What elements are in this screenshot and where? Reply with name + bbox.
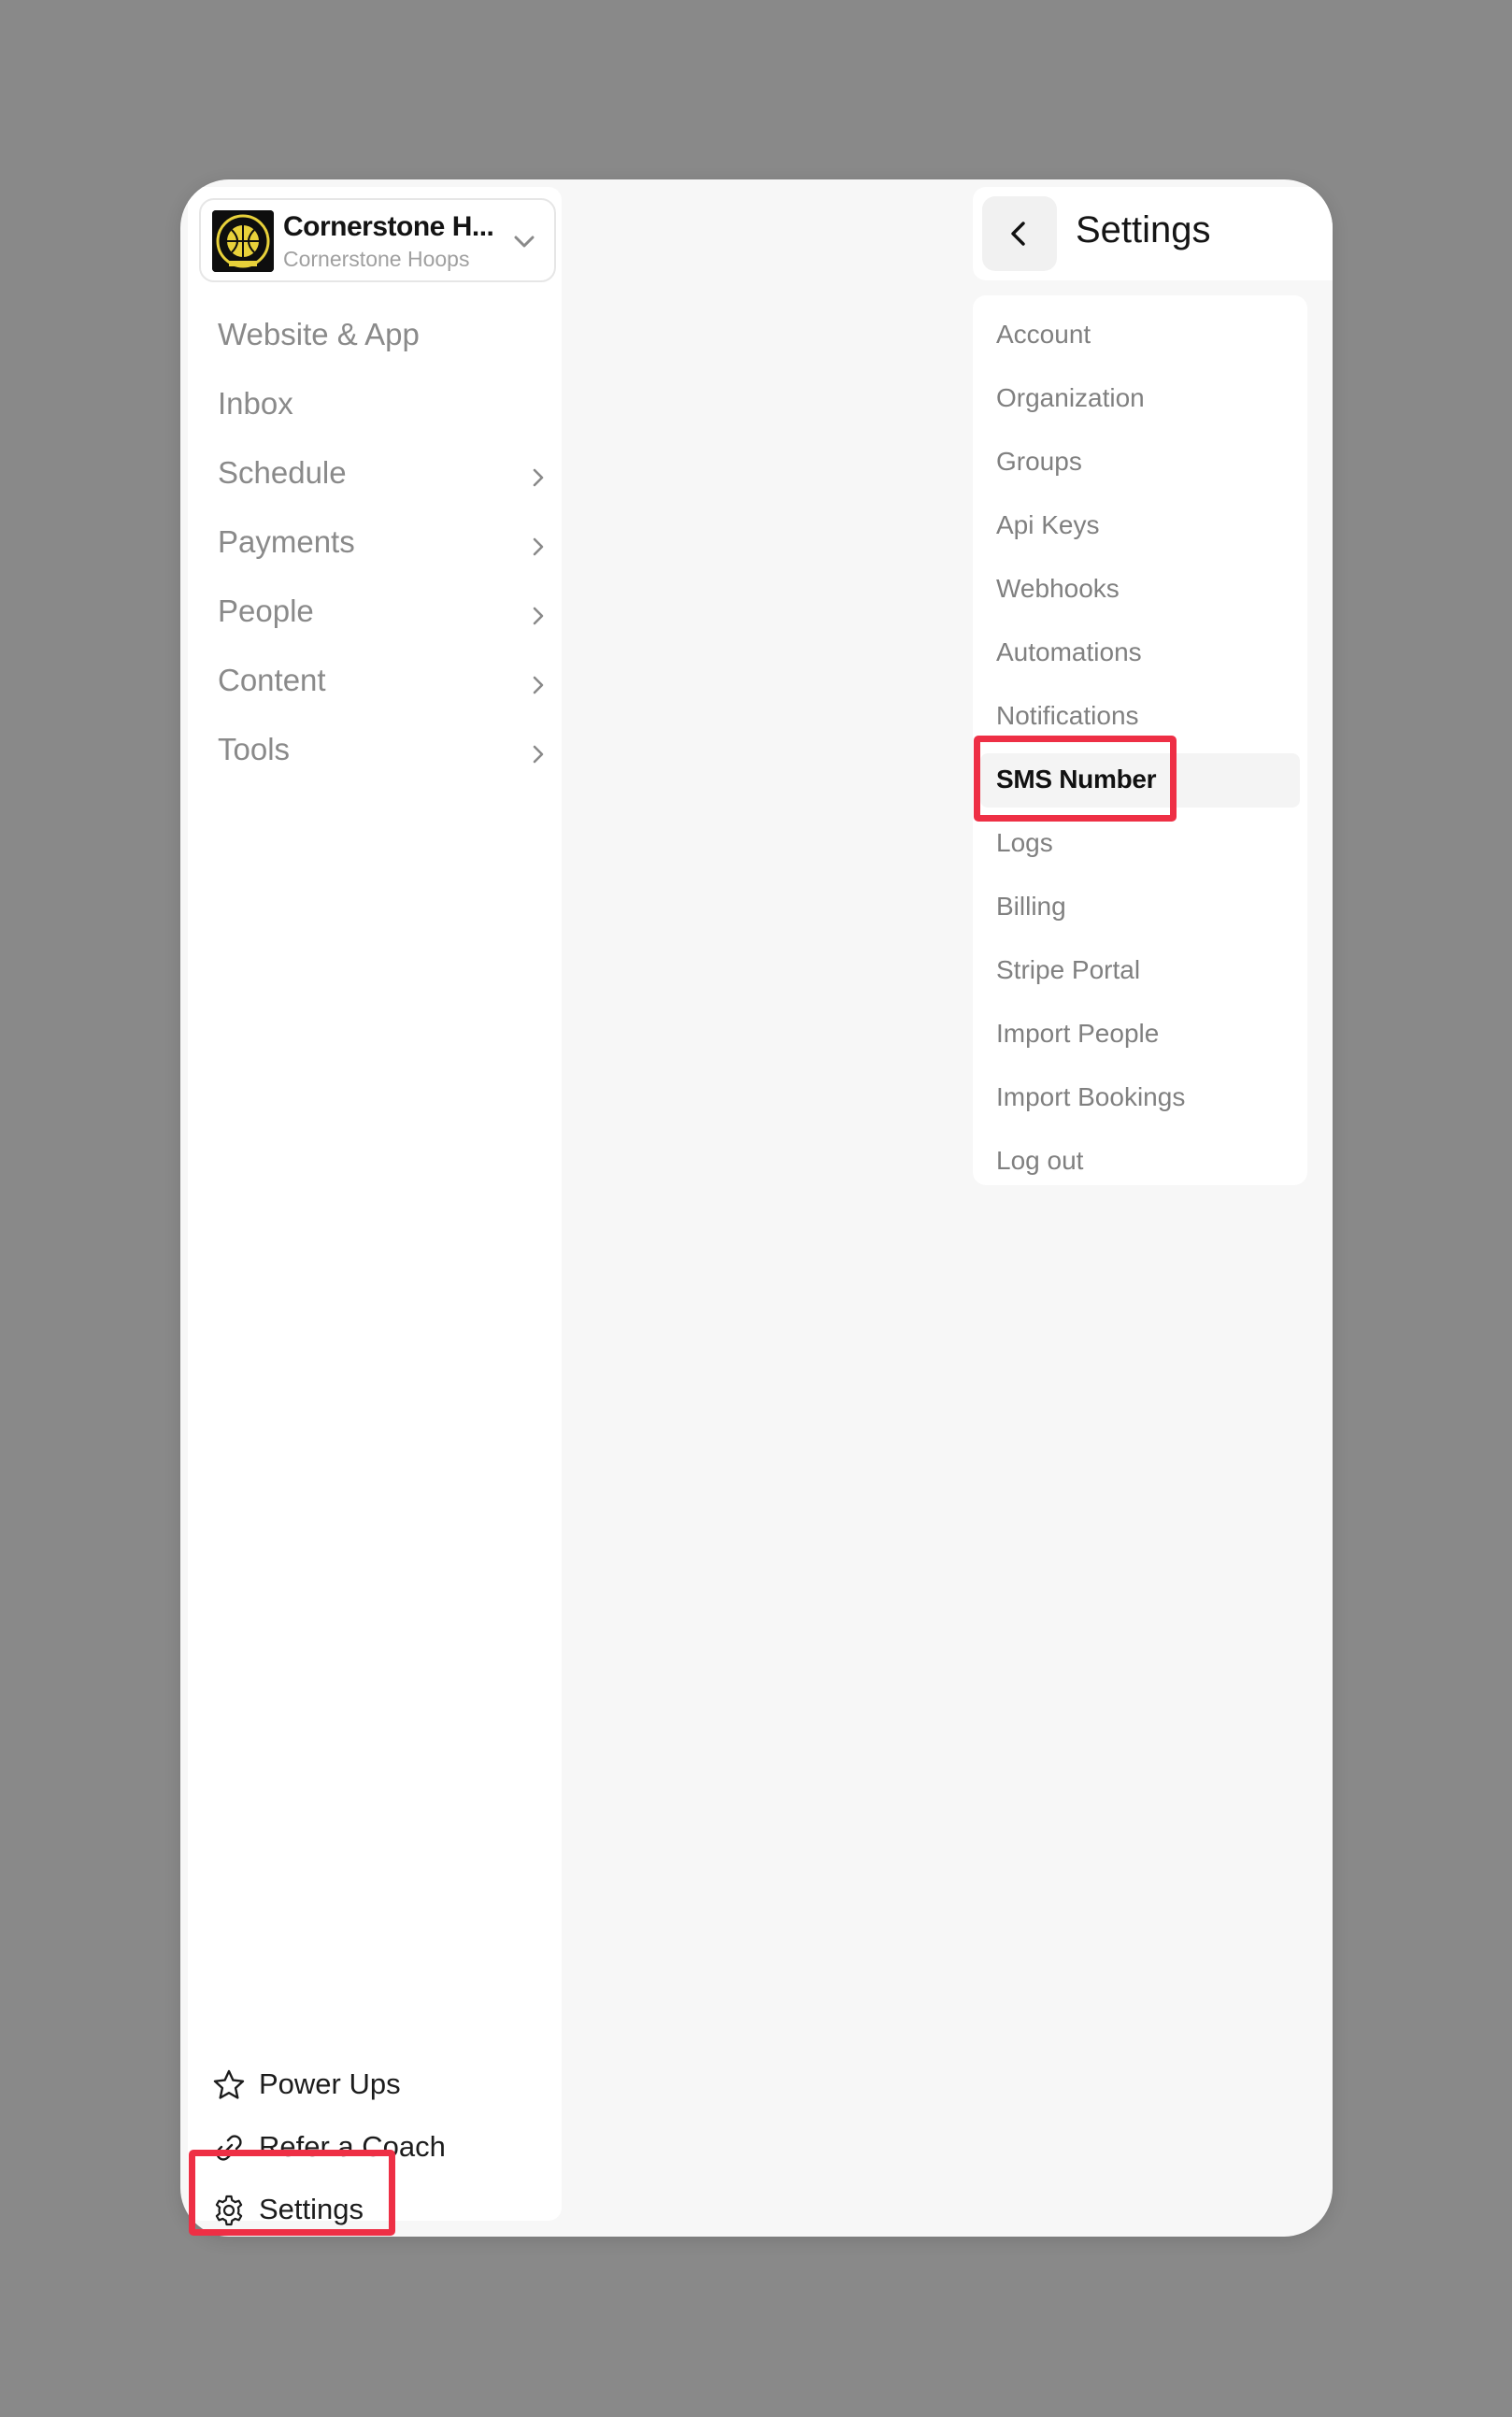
settings-item-label: Webhooks [996, 574, 1120, 603]
nav-item-schedule[interactable]: Schedule [188, 442, 562, 511]
settings-item-label: SMS Number [996, 765, 1157, 794]
settings-item-api-keys[interactable]: Api Keys [973, 499, 1307, 553]
settings-item-logs[interactable]: Logs [973, 817, 1307, 871]
org-switcher[interactable]: Cornerstone H... Cornerstone Hoops [199, 198, 556, 282]
settings-item-automations[interactable]: Automations [973, 626, 1307, 680]
back-button[interactable] [982, 196, 1057, 271]
settings-item-label: Import People [996, 1019, 1160, 1048]
sidebar: Cornerstone H... Cornerstone Hoops Websi… [188, 187, 562, 2226]
nav-item-tools[interactable]: Tools [188, 719, 562, 788]
power-ups-label: Power Ups [259, 2067, 401, 2100]
link-icon [216, 2135, 242, 2161]
settings-item-label: Api Keys [996, 510, 1100, 539]
refer-a-coach-label: Refer a Coach [259, 2130, 446, 2163]
main-nav: Website & App Inbox Schedule Payments Pe… [188, 304, 562, 788]
settings-item-label: Organization [996, 383, 1145, 412]
basketball-logo-icon [212, 210, 274, 272]
settings-title: Settings [1076, 209, 1211, 250]
chevron-right-icon [533, 676, 544, 694]
settings-item-account[interactable]: Account [973, 308, 1307, 363]
settings-item-organization[interactable]: Organization [973, 372, 1307, 426]
nav-item-label: Tools [218, 732, 291, 766]
nav-item-content[interactable]: Content [188, 650, 562, 719]
org-subtitle: Cornerstone Hoops [283, 247, 470, 271]
settings-item-sms-number[interactable]: SMS Number [973, 753, 1307, 808]
chevron-right-icon [533, 468, 544, 487]
nav-item-label: Schedule [218, 455, 347, 490]
settings-item-label: Automations [996, 637, 1142, 666]
nav-item-label: People [218, 594, 314, 628]
gear-icon [215, 2195, 243, 2226]
nav-item-website-app[interactable]: Website & App [188, 304, 562, 373]
org-name: Cornerstone H... [283, 211, 494, 242]
settings-item-groups[interactable]: Groups [973, 436, 1307, 490]
settings-item-stripe-portal[interactable]: Stripe Portal [973, 944, 1307, 998]
settings-item-label: Groups [996, 447, 1082, 476]
nav-item-label: Content [218, 663, 326, 697]
settings-item-import-people[interactable]: Import People [973, 1008, 1307, 1062]
settings-item-label: Logs [996, 828, 1053, 857]
settings-item-label: Log out [996, 1146, 1084, 1175]
settings-item-webhooks[interactable]: Webhooks [973, 563, 1307, 617]
refer-a-coach-link[interactable]: Refer a Coach [188, 2119, 562, 2181]
star-icon [213, 2069, 245, 2099]
app-window: Cornerstone H... Cornerstone Hoops Websi… [180, 179, 1333, 2237]
nav-item-people[interactable]: People [188, 580, 562, 650]
chevron-right-icon [533, 745, 544, 764]
settings-item-billing[interactable]: Billing [973, 880, 1307, 935]
chevron-down-icon [514, 236, 535, 248]
settings-link[interactable]: Settings [188, 2181, 562, 2237]
nav-item-payments[interactable]: Payments [188, 511, 562, 580]
chevron-left-icon [1011, 222, 1025, 246]
settings-item-label: Stripe Portal [996, 955, 1141, 984]
nav-item-label: Website & App [218, 317, 420, 351]
settings-header: Settings [973, 187, 1333, 280]
bottom-nav: Power Ups Refer a Coach Settings [188, 2056, 562, 2237]
settings-item-label: Account [996, 320, 1091, 349]
settings-item-label: Import Bookings [996, 1082, 1186, 1111]
settings-item-notifications[interactable]: Notifications [973, 690, 1307, 744]
nav-item-label: Inbox [218, 386, 293, 421]
nav-item-inbox[interactable]: Inbox [188, 373, 562, 442]
settings-item-import-bookings[interactable]: Import Bookings [973, 1071, 1307, 1125]
settings-item-log-out[interactable]: Log out [973, 1135, 1307, 1189]
chevron-right-icon [533, 537, 544, 556]
chevron-right-icon [533, 607, 544, 625]
settings-item-label: Billing [996, 892, 1066, 921]
settings-menu: Account Organization Groups Api Keys Web… [973, 295, 1307, 1185]
nav-item-label: Payments [218, 524, 355, 559]
settings-label: Settings [259, 2193, 364, 2225]
power-ups-link[interactable]: Power Ups [188, 2056, 562, 2119]
settings-item-label: Notifications [996, 701, 1139, 730]
